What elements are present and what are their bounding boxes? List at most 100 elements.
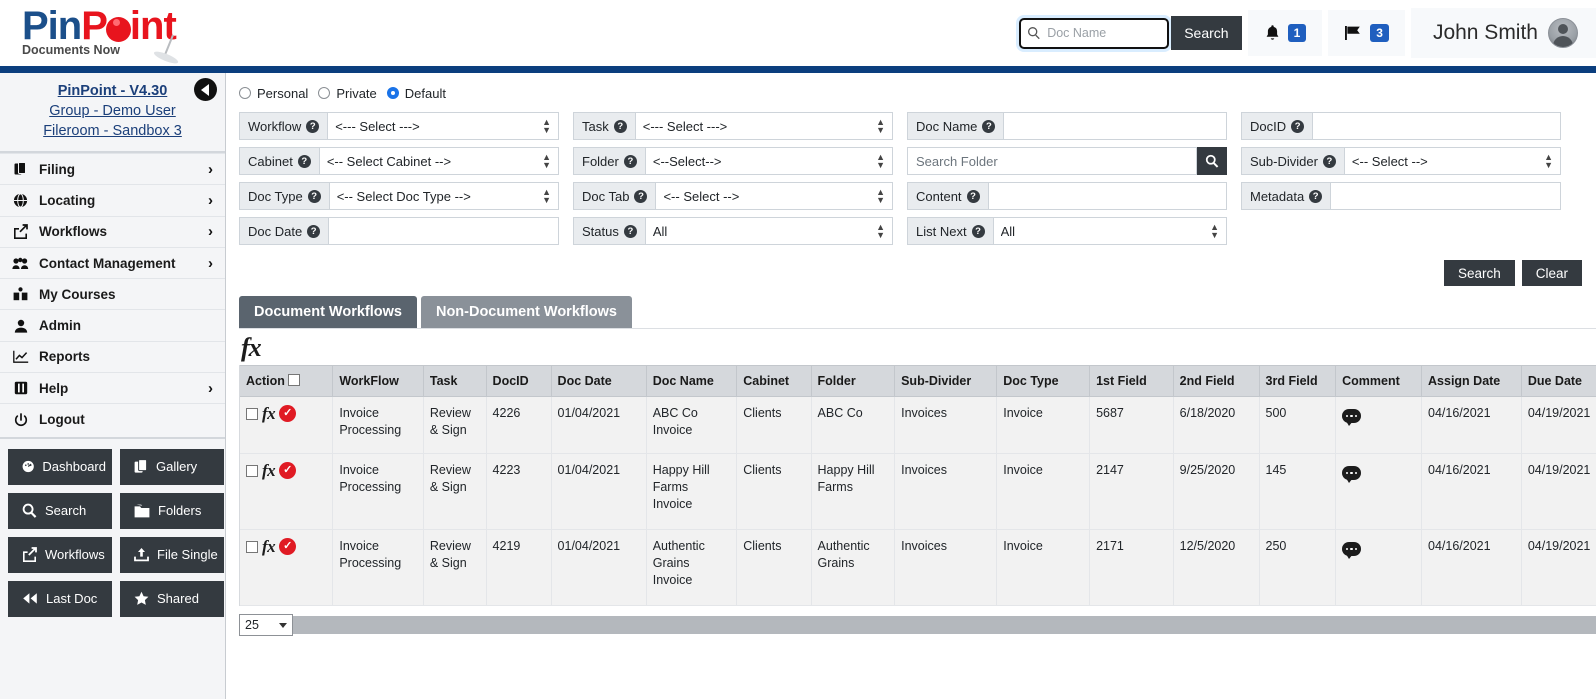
- row-checkbox[interactable]: [246, 407, 258, 420]
- help-icon[interactable]: ?: [634, 189, 648, 203]
- filter-task[interactable]: Task ? <--- Select ---> ▲ ▼: [573, 112, 893, 140]
- column-header-docid[interactable]: DocID: [486, 365, 552, 397]
- sidebar-app-version[interactable]: PinPoint - V4.30: [0, 81, 225, 101]
- cell-comment[interactable]: [1335, 396, 1423, 454]
- content-input[interactable]: [987, 182, 1227, 210]
- sidebar-item-locating[interactable]: Locating ›: [0, 184, 225, 216]
- filter-select[interactable]: <--- Select ---> ▲ ▼: [327, 112, 559, 140]
- help-icon[interactable]: ?: [971, 224, 985, 238]
- filter-workflow[interactable]: Workflow ? <--- Select ---> ▲ ▼: [239, 112, 559, 140]
- column-header-sub-divider[interactable]: Sub-Divider: [894, 365, 998, 397]
- user-menu[interactable]: John Smith: [1410, 8, 1596, 58]
- table-row[interactable]: fx ✓ Invoice Processing Review & Sign 42…: [240, 396, 1596, 454]
- app-logo[interactable]: PinP int Documents Now: [22, 5, 242, 63]
- search-folder-input[interactable]: Search Folder: [907, 147, 1197, 175]
- filter-select[interactable]: All ▲ ▼: [992, 217, 1227, 245]
- column-header-workflow[interactable]: WorkFlow: [332, 365, 424, 397]
- header-search-box[interactable]: [1019, 17, 1170, 49]
- help-icon[interactable]: ?: [1309, 189, 1323, 203]
- sidebar-item-admin[interactable]: Admin: [0, 309, 225, 341]
- approved-check-icon[interactable]: ✓: [279, 405, 297, 422]
- filter-folder[interactable]: Folder ? <--Select--> ▲ ▼: [573, 147, 893, 175]
- column-header-3rd-field[interactable]: 3rd Field: [1259, 365, 1337, 397]
- cell-comment[interactable]: [1335, 453, 1423, 530]
- help-icon[interactable]: ?: [1322, 154, 1336, 168]
- doc-name-input[interactable]: [1003, 112, 1227, 140]
- table-row[interactable]: fx ✓ Invoice Processing Review & Sign 42…: [240, 529, 1596, 606]
- sidebar-group-link[interactable]: Group - Demo User: [0, 101, 225, 121]
- filter-doc-date[interactable]: Doc Date ?: [239, 217, 559, 245]
- search-folder-button[interactable]: [1197, 147, 1227, 175]
- sidebar-item-logout[interactable]: Logout: [0, 403, 225, 435]
- filter-doc-name[interactable]: Doc Name ?: [907, 112, 1227, 140]
- tab-document-workflows[interactable]: Document Workflows: [239, 296, 417, 328]
- page-size-select[interactable]: 25: [239, 614, 293, 636]
- help-icon[interactable]: ?: [623, 154, 637, 168]
- sidebar-item-filing[interactable]: Filing ›: [0, 153, 225, 185]
- filter-cabinet[interactable]: Cabinet ? <-- Select Cabinet --> ▲ ▼: [239, 147, 559, 175]
- scope-option-default[interactable]: Default: [386, 86, 446, 101]
- sidebar-item-my-courses[interactable]: My Courses: [0, 278, 225, 310]
- help-icon[interactable]: ?: [306, 119, 320, 133]
- horizontal-scrollbar[interactable]: [293, 616, 1596, 634]
- column-header-cabinet[interactable]: Cabinet: [736, 365, 812, 397]
- file-single-button[interactable]: File Single: [120, 536, 224, 573]
- fx-icon[interactable]: fx: [262, 405, 276, 422]
- scope-option-private[interactable]: Private: [318, 86, 377, 101]
- filter-docid[interactable]: DocID ?: [1241, 112, 1561, 140]
- comment-icon[interactable]: [1342, 541, 1362, 559]
- column-header-doc-name[interactable]: Doc Name: [646, 365, 738, 397]
- filter-clear-button[interactable]: Clear: [1521, 260, 1582, 286]
- docid-input[interactable]: [1312, 112, 1561, 140]
- column-header-comment[interactable]: Comment: [1335, 365, 1423, 397]
- sidebar-collapse-button[interactable]: [194, 78, 217, 101]
- sidebar-item-help[interactable]: Help ›: [0, 372, 225, 404]
- column-header-due-date[interactable]: Due Date: [1521, 365, 1596, 397]
- sidebar-item-contact-management[interactable]: Contact Management ›: [0, 246, 225, 279]
- select-all-checkbox[interactable]: [288, 374, 301, 386]
- column-header-doc-type[interactable]: Doc Type: [996, 365, 1091, 397]
- tab-non-document-workflows[interactable]: Non-Document Workflows: [420, 296, 632, 328]
- sidebar-fileroom-link[interactable]: Fileroom - Sandbox 3: [0, 121, 225, 141]
- filter-content[interactable]: Content ?: [907, 182, 1227, 210]
- folders-button[interactable]: Folders: [120, 492, 224, 529]
- column-header-2nd-field[interactable]: 2nd Field: [1173, 365, 1260, 397]
- filter-select[interactable]: All ▲ ▼: [644, 217, 893, 245]
- doc-date-input[interactable]: [328, 217, 559, 245]
- filter-doc-type[interactable]: Doc Type ? <-- Select Doc Type --> ▲ ▼: [239, 182, 559, 210]
- column-header-doc-date[interactable]: Doc Date: [551, 365, 647, 397]
- column-header-1st-field[interactable]: 1st Field: [1089, 365, 1174, 397]
- fx-icon[interactable]: fx: [241, 333, 262, 362]
- filter-metadata[interactable]: Metadata ?: [1241, 182, 1561, 210]
- help-icon[interactable]: ?: [613, 119, 627, 133]
- filter-select[interactable]: <--- Select ---> ▲ ▼: [634, 112, 893, 140]
- dashboard-button[interactable]: Dashboard: [8, 448, 112, 485]
- flags-button[interactable]: 3: [1328, 10, 1405, 56]
- help-icon[interactable]: ?: [297, 154, 311, 168]
- help-icon[interactable]: ?: [623, 224, 637, 238]
- scope-option-personal[interactable]: Personal: [239, 86, 308, 101]
- cell-comment[interactable]: [1335, 529, 1423, 606]
- help-icon[interactable]: ?: [966, 189, 980, 203]
- search-button[interactable]: Search: [8, 492, 112, 529]
- table-row[interactable]: fx ✓ Invoice Processing Review & Sign 42…: [240, 453, 1596, 530]
- filter-search-button[interactable]: Search: [1443, 260, 1515, 286]
- filter-sub-divider[interactable]: Sub-Divider ? <-- Select --> ▲ ▼: [1241, 147, 1561, 175]
- filter-select[interactable]: <--Select--> ▲ ▼: [644, 147, 893, 175]
- notifications-button[interactable]: 1: [1247, 10, 1323, 56]
- workflows-button[interactable]: Workflows: [8, 536, 112, 573]
- filter-select[interactable]: <-- Select Doc Type --> ▲ ▼: [328, 182, 559, 210]
- gallery-button[interactable]: Gallery: [120, 448, 224, 485]
- filter-doc-tab[interactable]: Doc Tab ? <-- Select --> ▲ ▼: [573, 182, 893, 210]
- column-header-task[interactable]: Task: [423, 365, 487, 397]
- help-icon[interactable]: ?: [982, 119, 996, 133]
- column-header-action[interactable]: Action: [240, 365, 334, 397]
- last-doc-button[interactable]: Last Doc: [8, 580, 112, 617]
- row-checkbox[interactable]: [246, 464, 258, 477]
- column-header-folder[interactable]: Folder: [811, 365, 896, 397]
- filter-status[interactable]: Status ? All ▲ ▼: [573, 217, 893, 245]
- column-header-assign-date[interactable]: Assign Date: [1421, 365, 1522, 397]
- metadata-input[interactable]: [1330, 182, 1561, 210]
- header-search-button[interactable]: Search: [1171, 16, 1242, 50]
- filter-select[interactable]: <-- Select Cabinet --> ▲ ▼: [318, 147, 559, 175]
